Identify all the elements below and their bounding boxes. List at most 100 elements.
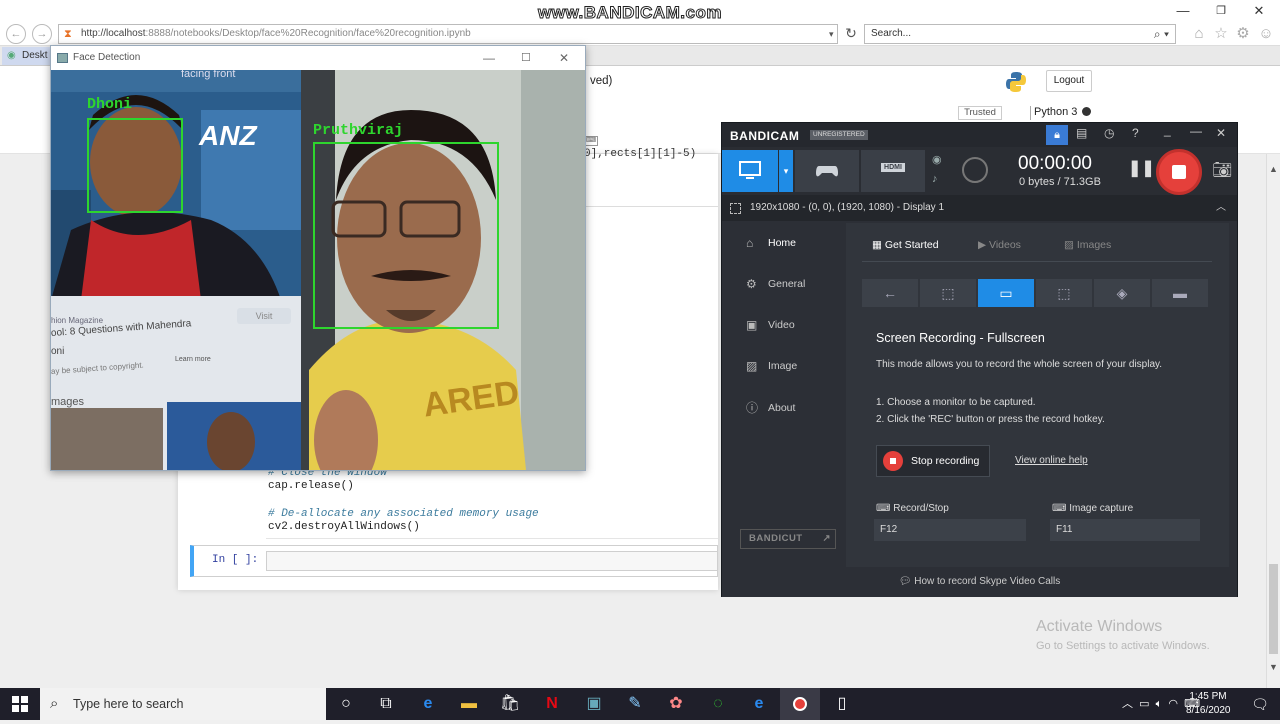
maximize-icon[interactable]: ☐: [521, 46, 531, 70]
mode-dropdown-icon[interactable]: ▾: [779, 150, 793, 192]
game-mode-button[interactable]: [795, 150, 859, 192]
file-explorer-icon[interactable]: ▬: [449, 688, 489, 720]
camera-icon[interactable]: 📷︎: [1212, 160, 1232, 180]
smiley-icon[interactable]: ☺: [1257, 26, 1275, 42]
cell-editor[interactable]: [266, 551, 718, 571]
sidebar-item-video[interactable]: ▣ Video: [740, 310, 795, 340]
store-icon[interactable]: 🛍︎: [490, 688, 530, 720]
wifi-icon[interactable]: ◠: [1168, 698, 1178, 710]
sidebar-item-about[interactable]: ⓘ About: [740, 393, 795, 423]
minimize-icon[interactable]: —: [1190, 124, 1202, 138]
mode-heading: Screen Recording - Fullscreen: [876, 331, 1045, 345]
close-icon[interactable]: ✕: [1216, 126, 1226, 140]
stop-recording-button[interactable]: Stop recording: [876, 445, 990, 477]
tray-chevron-icon[interactable]: ︿: [1122, 698, 1133, 710]
browser-tab[interactable]: ◉ Deskt: [2, 47, 54, 65]
around-mouse-icon[interactable]: ⬚: [1036, 279, 1092, 307]
sync-icon[interactable]: ◌: [698, 688, 738, 720]
collapse-icon[interactable]: _: [1164, 123, 1171, 137]
lock-icon[interactable]: 🔒︎: [1046, 125, 1068, 145]
monitor-icon: [739, 161, 761, 179]
minimize-icon[interactable]: —: [483, 46, 495, 70]
cortana-icon[interactable]: ○: [326, 688, 366, 720]
edge-icon[interactable]: e: [408, 688, 448, 720]
close-icon[interactable]: ✕: [1240, 0, 1278, 22]
logout-button[interactable]: Logout: [1046, 70, 1092, 92]
face-detection-window[interactable]: Face Detection — ☐ ✕ facing front ANZ hi…: [50, 45, 586, 471]
bandicam-window[interactable]: BANDICAM UNREGISTERED 🔒︎ ▤ ◷ ? _ — ✕ ▾ H…: [721, 122, 1238, 597]
tab-images[interactable]: ▨ Images: [1064, 239, 1111, 251]
image-capture-hotkey-field[interactable]: F11: [1050, 519, 1200, 541]
scroll-up-icon[interactable]: ▲: [1269, 164, 1278, 174]
dropdown-icon[interactable]: ▾: [829, 25, 834, 43]
search-icon[interactable]: ⌕ ▾: [1154, 25, 1169, 43]
notifications-icon[interactable]: 🗨︎: [1240, 688, 1280, 720]
notes-icon[interactable]: ✎: [615, 688, 655, 720]
clock-icon[interactable]: ◷: [1104, 126, 1114, 140]
bandicam-footer[interactable]: 💬︎ How to record Skype Video Calls: [722, 567, 1237, 597]
webcam-overlay-icon[interactable]: [962, 157, 988, 183]
hdmi-mode-button[interactable]: HDMI: [861, 150, 925, 192]
netflix-icon[interactable]: N: [532, 688, 572, 720]
forward-icon[interactable]: →: [32, 24, 52, 44]
tab-label: Images: [1076, 239, 1112, 251]
battery-icon[interactable]: ▭: [1139, 698, 1149, 710]
frame-text-brand: ANZ: [199, 120, 257, 151]
back-icon[interactable]: ←: [6, 24, 26, 44]
frame-text-images: mages: [51, 396, 85, 408]
fullscreen-mode-icon[interactable]: ▭: [978, 279, 1034, 307]
rect-area-icon[interactable]: ⬚: [920, 279, 976, 307]
close-icon[interactable]: ✕: [559, 46, 569, 70]
home-icon[interactable]: ⌂: [1190, 26, 1208, 42]
input-cell[interactable]: In [ ]:: [190, 545, 718, 577]
clock[interactable]: 1:45 PM 8/16/2020: [1186, 690, 1231, 718]
help-icon[interactable]: ?: [1132, 126, 1139, 140]
pause-icon[interactable]: ❚❚: [1128, 158, 1155, 178]
ie-icon[interactable]: e: [739, 688, 779, 720]
settings-gear-icon[interactable]: ⚙: [1234, 26, 1252, 42]
kernel-name: Python 3: [1034, 106, 1078, 118]
external-link-icon: ↗: [822, 533, 831, 544]
favorites-icon[interactable]: ☆: [1212, 26, 1230, 42]
volume-icon[interactable]: 🔈︎: [1156, 698, 1163, 710]
bandicut-button[interactable]: BANDICUT ↗: [740, 529, 836, 549]
code-fragment: 0],rects[1][1]-5): [584, 148, 697, 160]
bandicam-titlebar[interactable]: BANDICAM UNREGISTERED 🔒︎ ▤ ◷ ? _ — ✕: [722, 123, 1237, 147]
minimize-icon[interactable]: —: [1164, 0, 1202, 22]
capture-source-bar[interactable]: 1920x1080 - (0, 0), (1920, 1080) - Displ…: [722, 195, 1237, 221]
refresh-icon[interactable]: ↻: [842, 25, 860, 41]
trusted-badge[interactable]: Trusted: [958, 106, 1002, 120]
capture-source-text: 1920x1080 - (0, 0), (1920, 1080) - Displ…: [750, 202, 944, 213]
folder-icon[interactable]: ▤: [1076, 126, 1087, 140]
screen-mode-button[interactable]: [722, 150, 778, 192]
tab-get-started[interactable]: ▦ Get Started: [872, 239, 939, 251]
tab-videos[interactable]: ▶ Videos: [978, 239, 1021, 251]
back-arrow-icon[interactable]: ←: [862, 279, 918, 307]
record-stop-hotkey-field[interactable]: F12: [874, 519, 1026, 541]
record-stop-button[interactable]: [1156, 149, 1202, 195]
taskbar-search-input[interactable]: ⌕ Type here to search: [40, 688, 326, 720]
app-icon[interactable]: ✿: [656, 688, 696, 720]
scroll-thumb[interactable]: [1269, 564, 1278, 654]
device-icon[interactable]: ▬: [1152, 279, 1208, 307]
webcam-toggle-icon[interactable]: ◉: [932, 153, 942, 166]
page-scrollbar[interactable]: ▲ ▼: [1266, 154, 1280, 688]
browser-search-input[interactable]: Search... ⌕ ▾: [864, 24, 1176, 44]
view-online-help-link[interactable]: View online help: [1015, 455, 1088, 466]
windows-start-icon[interactable]: [0, 688, 40, 720]
app-icon[interactable]: ▣: [574, 688, 614, 720]
keyboard-icon[interactable]: ⌨: [584, 136, 598, 146]
task-view-icon[interactable]: ⧉: [366, 688, 406, 720]
face-window-titlebar[interactable]: Face Detection — ☐ ✕: [51, 46, 585, 70]
sidebar-item-general[interactable]: ⚙ General: [740, 269, 805, 299]
game-icon[interactable]: ◈: [1094, 279, 1150, 307]
document-icon[interactable]: ▯: [822, 688, 862, 720]
sidebar-item-image[interactable]: ▨ Image: [740, 351, 797, 381]
sidebar-item-home[interactable]: ⌂ Home: [740, 228, 796, 258]
mic-icon[interactable]: ♪: [932, 173, 938, 185]
address-bar[interactable]: ⧗ http://localhost:8888/notebooks/Deskto…: [58, 24, 838, 44]
maximize-icon[interactable]: ❐: [1202, 0, 1240, 22]
bandicam-taskbar-icon[interactable]: [780, 688, 820, 720]
scroll-down-icon[interactable]: ▼: [1269, 662, 1278, 672]
collapse-chevron-icon[interactable]: ︿: [1216, 195, 1226, 221]
